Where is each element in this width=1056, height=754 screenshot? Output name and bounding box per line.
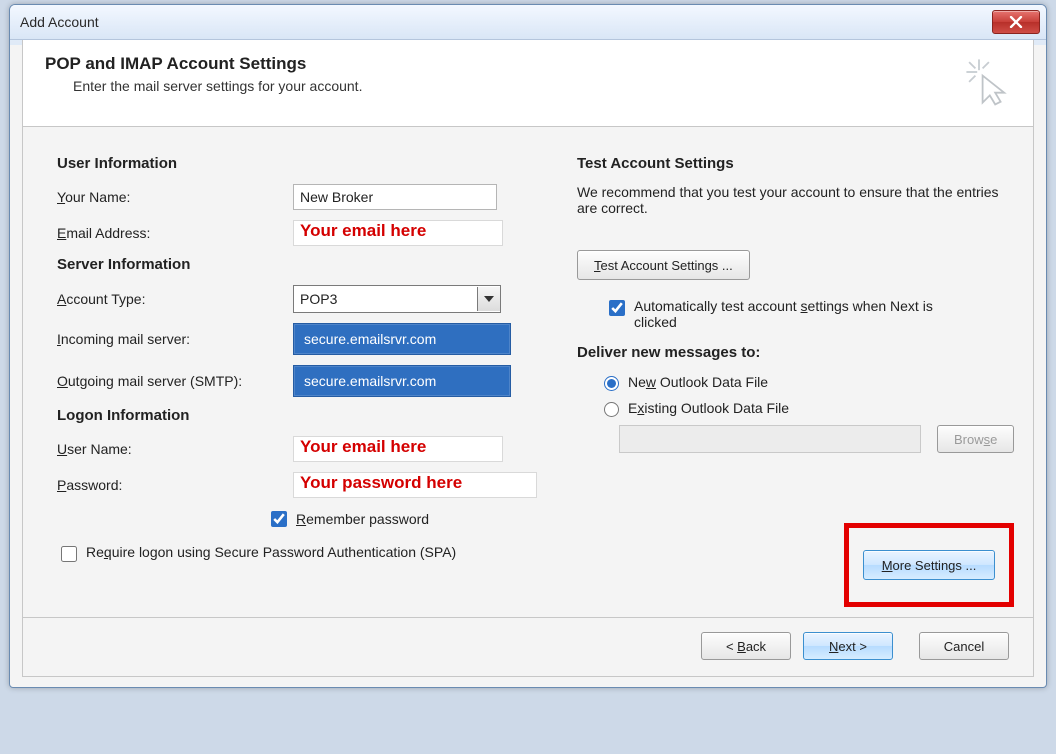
label-your-name: Your Name: <box>57 189 293 205</box>
section-user-info: User Information <box>57 155 537 172</box>
close-button[interactable] <box>992 10 1040 34</box>
right-column: Test Account Settings We recommend that … <box>577 149 1014 607</box>
outgoing-server-field[interactable]: secure.emailsrvr.com <box>293 365 511 397</box>
spa-checkbox[interactable] <box>61 546 77 562</box>
window-title: Add Account <box>20 14 99 30</box>
label-password: Password: <box>57 477 293 493</box>
header-title: POP and IMAP Account Settings <box>45 54 362 74</box>
label-outgoing: Outgoing mail server (SMTP): <box>57 373 293 389</box>
radio-existing-label: Existing Outlook Data File <box>628 400 789 416</box>
chevron-down-icon <box>477 287 500 311</box>
deliver-title: Deliver new messages to: <box>577 344 1014 361</box>
test-account-settings-button[interactable]: Test Account Settings ... <box>577 250 750 280</box>
more-settings-highlight: More Settings ... <box>844 523 1015 607</box>
auto-test-label: Automatically test account settings when… <box>634 298 964 330</box>
cancel-button[interactable]: Cancel <box>919 632 1009 660</box>
account-type-select[interactable]: POP3 <box>293 285 501 313</box>
browse-button: Browse <box>937 425 1014 453</box>
wizard-footer: < Back Next > Cancel <box>22 618 1034 677</box>
label-incoming: Incoming mail server: <box>57 331 293 347</box>
email-field[interactable]: Your email here <box>293 220 503 246</box>
add-account-dialog: Add Account POP and IMAP Account Setting… <box>9 4 1047 688</box>
your-name-field[interactable] <box>293 184 497 210</box>
label-email: Email Address: <box>57 225 293 241</box>
next-button[interactable]: Next > <box>803 632 893 660</box>
auto-test-checkbox[interactable] <box>609 300 625 316</box>
section-server-info: Server Information <box>57 256 537 273</box>
label-account-type: Account Type: <box>57 291 293 307</box>
radio-new-label: New Outlook Data File <box>628 374 768 390</box>
password-field[interactable]: Your password here <box>293 472 537 498</box>
section-test-settings: Test Account Settings <box>577 155 1014 172</box>
wizard-header: POP and IMAP Account Settings Enter the … <box>22 40 1034 127</box>
left-column: User Information Your Name: Email Addres… <box>57 149 537 607</box>
spa-label: Require logon using Secure Password Auth… <box>86 544 456 560</box>
close-icon <box>1009 16 1023 28</box>
radio-existing-data-file[interactable] <box>604 402 619 417</box>
more-settings-button[interactable]: More Settings ... <box>863 550 996 580</box>
wizard-body: User Information Your Name: Email Addres… <box>22 127 1034 618</box>
account-type-value: POP3 <box>300 291 337 307</box>
data-file-path-field <box>619 425 921 453</box>
back-button[interactable]: < Back <box>701 632 791 660</box>
header-subtitle: Enter the mail server settings for your … <box>45 78 362 94</box>
remember-password-label: Remember password <box>296 511 429 527</box>
titlebar: Add Account <box>10 5 1046 40</box>
label-username: User Name: <box>57 441 293 457</box>
username-field[interactable]: Your email here <box>293 436 503 462</box>
incoming-server-field[interactable]: secure.emailsrvr.com <box>293 323 511 355</box>
cursor-spark-icon <box>961 54 1015 108</box>
remember-password-checkbox[interactable] <box>271 511 287 527</box>
section-logon-info: Logon Information <box>57 407 537 424</box>
radio-new-data-file[interactable] <box>604 376 619 391</box>
test-description: We recommend that you test your account … <box>577 184 1014 216</box>
